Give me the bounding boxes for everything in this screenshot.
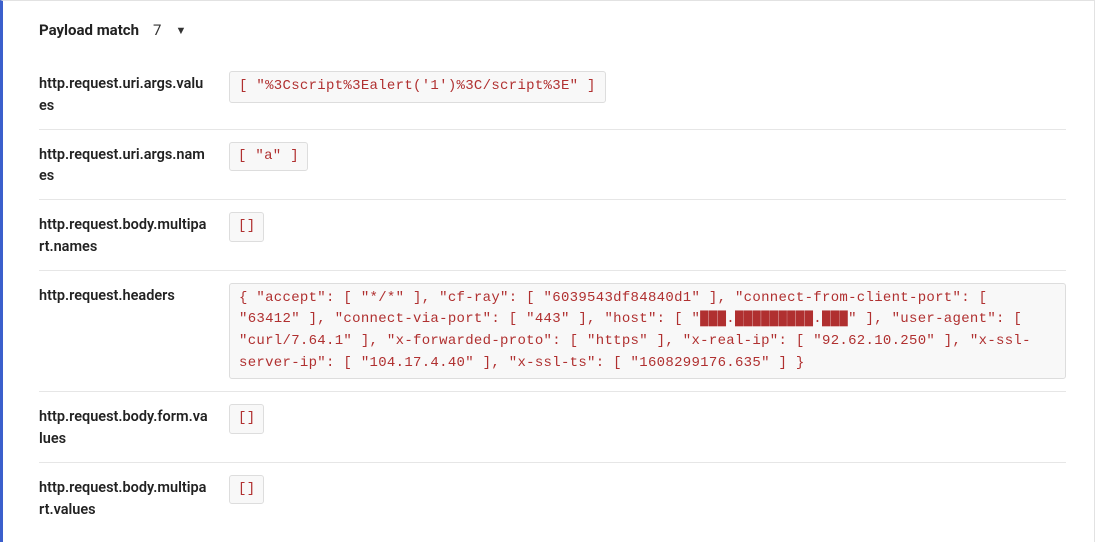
field-row: http.request.headers { "accept": [ "*/*"… — [39, 271, 1066, 393]
field-label: http.request.headers — [39, 283, 211, 307]
section-title: Payload match — [39, 21, 139, 39]
field-row: http.request.body.multipart.values [] — [39, 463, 1066, 533]
field-label: http.request.uri.args.values — [39, 71, 211, 117]
field-label: http.request.uri.args.names — [39, 142, 211, 188]
code-value: { "accept": [ "*/*" ], "cf-ray": [ "6039… — [229, 283, 1066, 380]
field-row: http.request.body.form.values [] — [39, 392, 1066, 463]
field-row: http.request.uri.args.values [ "%3Cscrip… — [39, 59, 1066, 130]
field-value: { "accept": [ "*/*" ], "cf-ray": [ "6039… — [229, 283, 1066, 380]
field-row: http.request.uri.args.names [ "a" ] — [39, 130, 1066, 201]
code-value: [] — [229, 212, 264, 242]
field-label: http.request.body.multipart.values — [39, 475, 211, 521]
payload-match-panel: Payload match 7 ▼ http.request.uri.args.… — [0, 0, 1095, 542]
code-value: [] — [229, 475, 264, 505]
field-value: [] — [229, 212, 1066, 242]
collapse-toggle-icon[interactable]: ▼ — [175, 24, 186, 37]
field-value: [] — [229, 404, 1066, 434]
code-value: [ "%3Cscript%3Ealert('1')%3C/script%3E" … — [229, 71, 606, 103]
field-row: http.request.body.multipart.names [] — [39, 200, 1066, 271]
field-label: http.request.body.multipart.names — [39, 212, 211, 258]
section-count: 7 — [153, 21, 161, 39]
code-value: [] — [229, 404, 264, 434]
section-header: Payload match 7 ▼ — [39, 21, 1066, 39]
field-value: [ "a" ] — [229, 142, 1066, 172]
field-label: http.request.body.form.values — [39, 404, 211, 450]
field-value: [ "%3Cscript%3Ealert('1')%3C/script%3E" … — [229, 71, 1066, 103]
field-value: [] — [229, 475, 1066, 505]
code-value: [ "a" ] — [229, 142, 308, 172]
